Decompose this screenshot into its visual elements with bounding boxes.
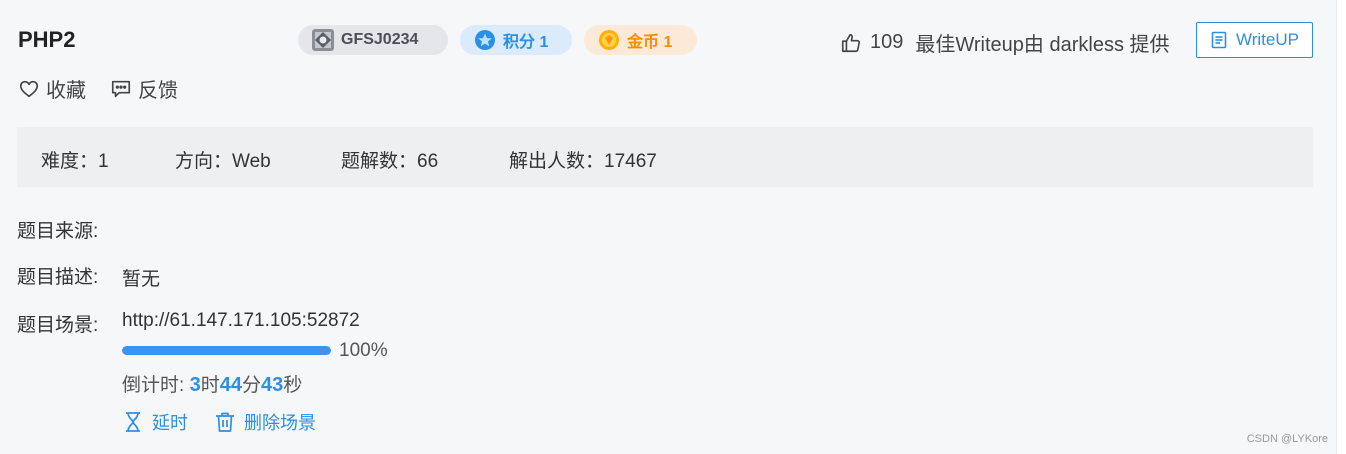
scene-progress-text: 100% [339, 340, 388, 361]
countdown-prefix: 倒计时: [122, 375, 190, 396]
coin-icon [599, 30, 619, 50]
star-icon [475, 30, 495, 50]
document-icon [1211, 31, 1227, 49]
watermark: CSDN @LYKore [1246, 433, 1328, 445]
trash-icon [216, 412, 234, 432]
challenge-title: PHP2 [18, 27, 76, 52]
countdown-seconds: 43 [260, 374, 284, 396]
delete-scene-label: 删除场景 [244, 413, 316, 433]
scene-actions: 延时 删除场景 [122, 409, 342, 435]
scene-url[interactable]: http://61.147.171.105:52872 [122, 310, 360, 332]
scene-progress-fill [122, 346, 331, 355]
stat-direction: 方向：Web [175, 151, 271, 172]
favorite-button[interactable]: 收藏 [18, 74, 86, 103]
challenge-actions: 收藏 反馈 [18, 74, 202, 103]
coin-badge: 金币 1 [584, 25, 697, 55]
score-text: 积分 1 [503, 34, 549, 51]
stat-difficulty: 难度：1 [41, 151, 109, 172]
comment-icon [111, 80, 131, 97]
score-badge: 积分 1 [460, 25, 572, 55]
stats-bar: 难度：1 方向：Web 题解数：66 解出人数：17467 [17, 127, 1313, 187]
challenge-id-text: GFSJ0234 [341, 31, 419, 48]
hourglass-icon [126, 412, 140, 432]
description-label: 题目描述: [17, 267, 99, 288]
countdown: 倒计时: 3时44分43秒 [122, 370, 302, 397]
source-label: 题目来源: [17, 221, 99, 242]
avatar-icon [312, 29, 334, 51]
description-value: 暂无 [122, 269, 161, 290]
scene-progress-bar [122, 346, 331, 355]
scrollbar-track[interactable] [1336, 0, 1346, 454]
writeup-button-label: WriteUP [1236, 30, 1299, 49]
countdown-seconds-unit: 秒 [283, 375, 303, 396]
coin-text: 金币 1 [627, 34, 673, 51]
feedback-button[interactable]: 反馈 [110, 74, 178, 103]
stat-solvers: 解出人数：17467 [509, 151, 657, 172]
likes-count: 109 [870, 31, 904, 53]
favorite-label: 收藏 [46, 80, 86, 102]
delete-scene-button[interactable]: 删除场景 [214, 409, 316, 435]
stat-solves: 题解数：66 [341, 151, 439, 172]
feedback-label: 反馈 [138, 80, 178, 102]
heart-icon [19, 80, 39, 97]
challenge-header: PHP2 GFSJ0234 积分 1 金币 1 109 最佳Writeup由 d… [0, 0, 1330, 80]
writeup-button[interactable]: WriteUP [1196, 22, 1313, 58]
countdown-hours-unit: 时 [200, 375, 220, 396]
extend-time-button[interactable]: 延时 [122, 409, 188, 435]
writeup-info: 109 最佳Writeup由 darkless 提供 [840, 28, 1170, 57]
countdown-hours: 3 [189, 374, 201, 396]
thumbs-up-icon[interactable] [840, 32, 862, 54]
challenge-id-badge: GFSJ0234 [298, 25, 448, 55]
scene-label: 题目场景: [17, 315, 99, 336]
countdown-minutes-unit: 分 [241, 375, 261, 396]
best-writeup-text: 最佳Writeup由 darkless 提供 [915, 34, 1170, 56]
countdown-minutes: 44 [219, 374, 242, 396]
extend-time-label: 延时 [152, 413, 188, 433]
